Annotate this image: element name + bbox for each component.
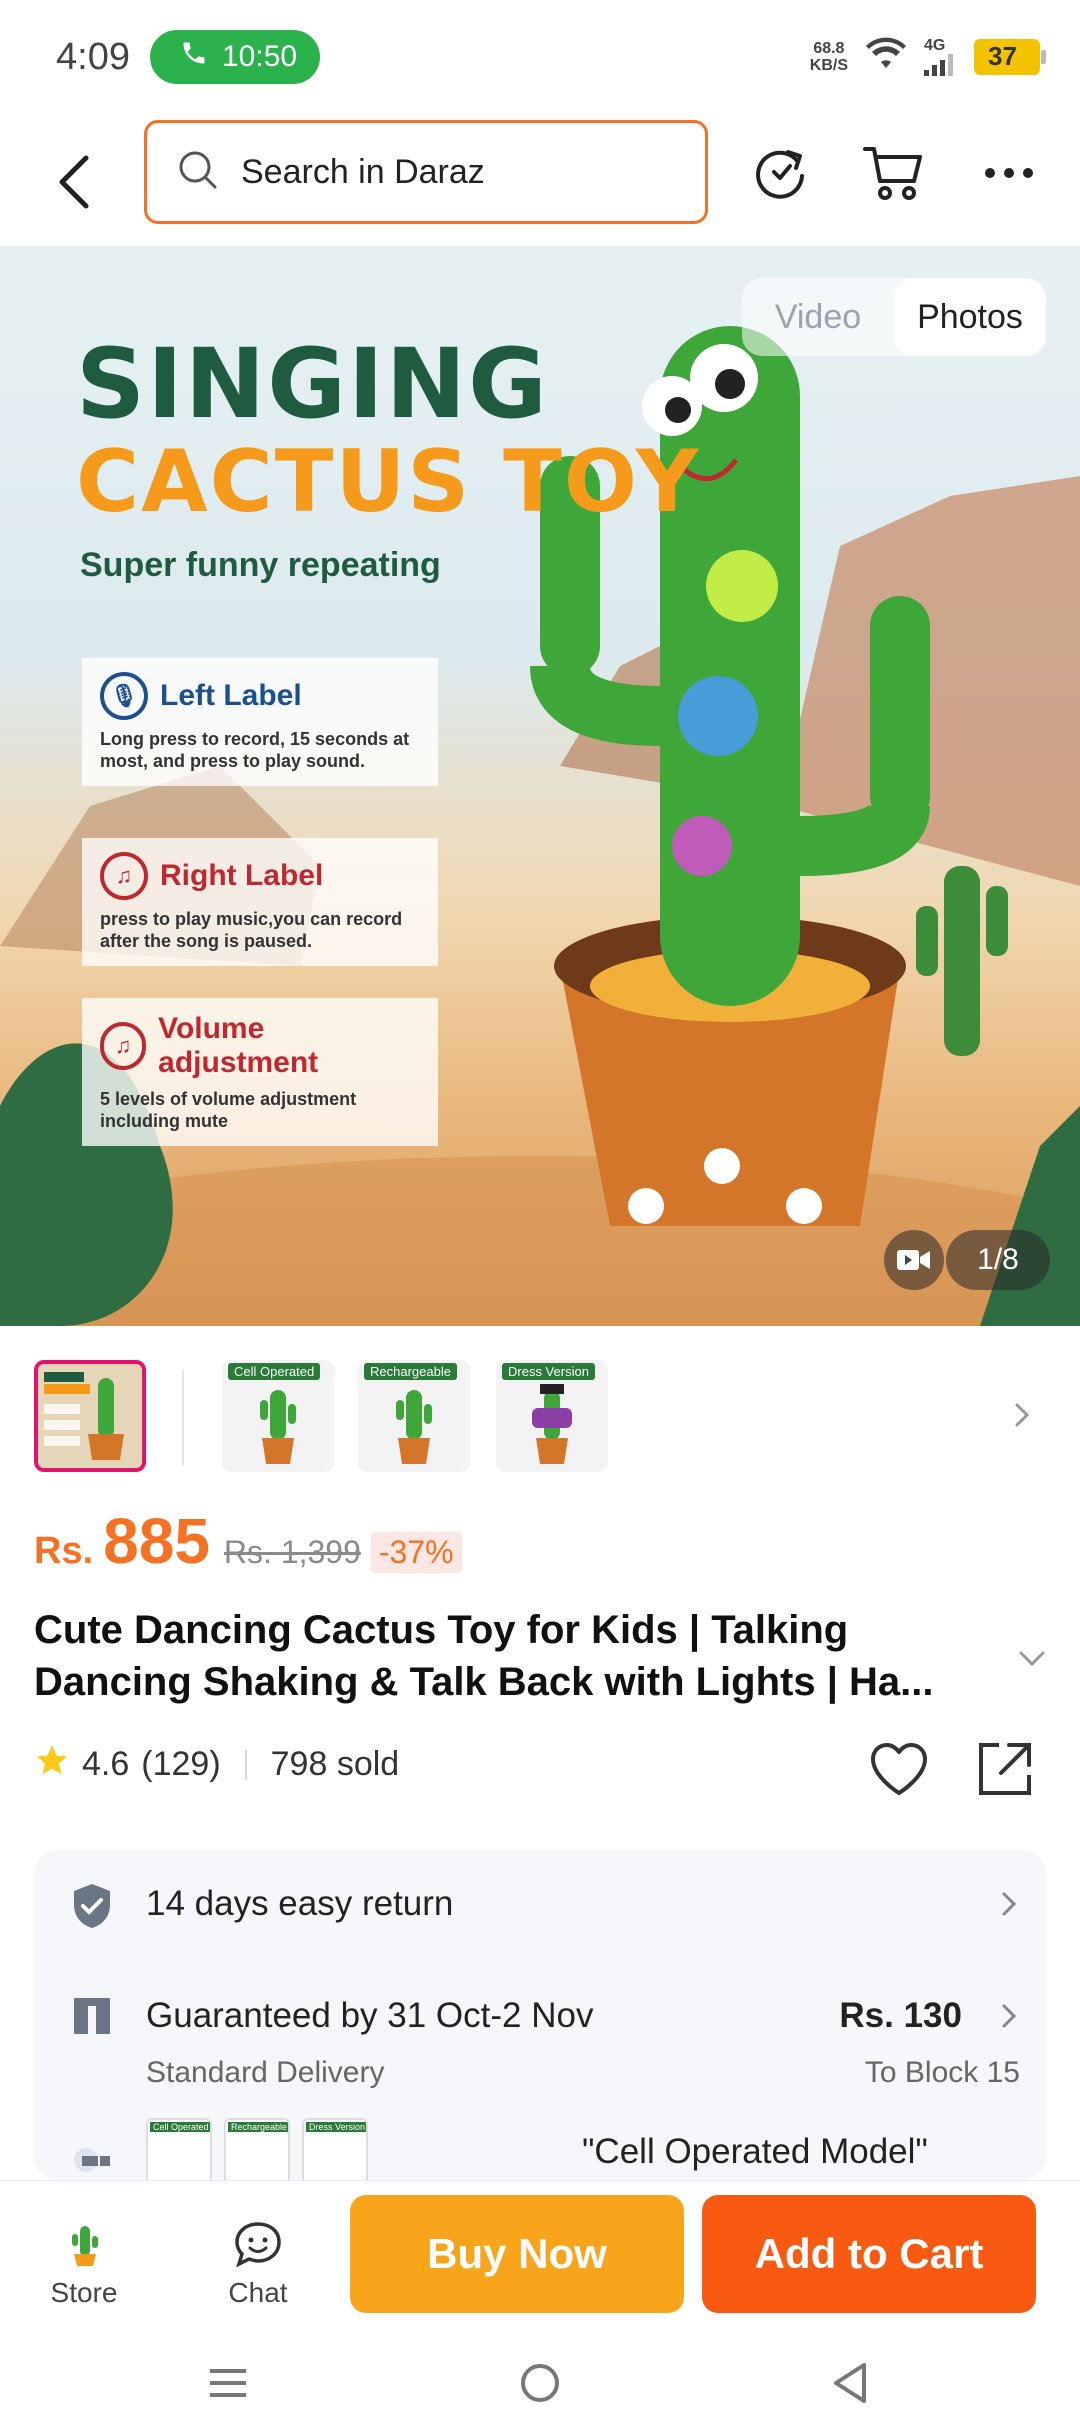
search-icon (177, 149, 219, 196)
home-circle-icon (521, 2364, 559, 2402)
wishlist-button[interactable] (866, 1736, 932, 1802)
heart-icon (871, 1743, 927, 1795)
search-placeholder: Search in Daraz (241, 152, 485, 191)
status-time: 4:09 (56, 36, 130, 78)
delivery-type: Standard Delivery (146, 2056, 385, 2089)
cart-icon (863, 147, 922, 200)
delivery-guarantee: Guaranteed by 31 Oct-2 Nov (146, 1996, 594, 2035)
variant-selected-text: "Cell Operated Model" (582, 2132, 928, 2171)
system-back-button[interactable] (820, 2358, 880, 2408)
chat-button[interactable]: Chat (208, 2219, 308, 2309)
toggle-photos[interactable]: Photos (894, 278, 1046, 356)
rating-divider (244, 1749, 247, 1780)
poster-subtitle: Super funny repeating (80, 546, 441, 584)
service-info-panel: 14 days easy return Guaranteed by 31 Oct… (34, 1850, 1046, 2180)
recent-apps-button[interactable] (198, 2358, 258, 2408)
delivery-box-icon (68, 1992, 116, 2040)
status-bar: 4:09 10:50 68.8 KB/S 4G 37 (0, 0, 1080, 118)
thumbnail-strip: Cell Operated Rechargeable Dress Version (0, 1326, 1080, 1504)
cart-button[interactable] (858, 138, 928, 208)
price-currency: Rs. (34, 1530, 94, 1572)
variant-thumb-1: Cell Operated (146, 2118, 212, 2180)
delivery-location: To Block 15 (864, 2056, 1020, 2089)
bottom-action-bar: Store Chat Buy Now Add to Cart (0, 2180, 1080, 2328)
phone-icon (180, 39, 208, 75)
ongoing-call-pill[interactable]: 10:50 (150, 30, 320, 84)
share-icon (979, 1743, 1031, 1795)
poster-card-right-label: ♫ Right Label press to play music,you ca… (82, 838, 438, 966)
store-button[interactable]: Store (34, 2219, 134, 2309)
media-type-toggle: Video Photos (742, 278, 1046, 356)
call-duration: 10:50 (222, 40, 298, 73)
video-camera-icon (897, 1250, 930, 1270)
image-counter: 1/8 (946, 1230, 1050, 1290)
shield-check-icon (68, 1882, 116, 1930)
volume-icon: ♫ (100, 1022, 147, 1070)
refresh-icon (756, 150, 804, 199)
network-speed: 68.8 KB/S (809, 39, 848, 74)
discount-badge: -37% (370, 1532, 462, 1573)
rating-value: 4.6 (82, 1745, 130, 1783)
wifi-icon (864, 36, 908, 77)
thumbnail-divider (182, 1370, 184, 1466)
more-menu-button[interactable] (974, 138, 1044, 208)
search-input[interactable]: Search in Daraz (144, 120, 708, 224)
variant-row[interactable]: Cell Operated Rechargeable Dress Version… (34, 2110, 1046, 2180)
poster-title-line1: SINGING (76, 328, 549, 440)
chevron-right-icon (1002, 2004, 1017, 2033)
add-to-cart-button[interactable]: Add to Cart (702, 2195, 1036, 2313)
home-button[interactable] (510, 2358, 570, 2408)
thumbnail-cell-operated[interactable]: Cell Operated (222, 1360, 334, 1472)
thumbnail-1[interactable] (34, 1360, 146, 1472)
review-count: (129) (141, 1745, 221, 1783)
poster-card-left-label: 🎙 Left Label Long press to record, 15 se… (82, 658, 438, 786)
thumbnail-image (38, 1364, 142, 1468)
price-row: Rs. 885 Rs. 1,399 -37% (34, 1504, 462, 1594)
expand-title-chevron-icon[interactable] (1018, 1650, 1046, 1673)
system-navigation-bar (0, 2328, 1080, 2436)
rating-row[interactable]: 4.6 (129) 798 sold (34, 1742, 399, 1787)
delivery-fee: Rs. 130 (839, 1996, 962, 2035)
return-policy-text: 14 days easy return (146, 1884, 454, 1923)
back-triangle-icon (834, 2363, 866, 2403)
music-note-icon: ♫ (100, 852, 148, 900)
more-icon (985, 168, 1033, 178)
back-button[interactable] (48, 142, 98, 222)
sold-count: 798 sold (270, 1745, 400, 1783)
share-button[interactable] (972, 1736, 1038, 1802)
cellular-signal-icon: 4G (924, 37, 958, 76)
chevron-right-icon (1002, 1892, 1017, 1921)
variant-thumb-2: Rechargeable (224, 2118, 290, 2180)
product-title: Cute Dancing Cactus Toy for Kids | Talki… (34, 1608, 934, 1704)
poster-card-volume: ♫ Volume adjustment 5 levels of volume a… (82, 998, 438, 1146)
return-policy-row[interactable]: 14 days easy return (34, 1850, 1046, 1960)
menu-lines-icon (210, 2369, 246, 2397)
battery-indicator: 37 (974, 38, 1046, 75)
thumbnail-dress-version[interactable]: Dress Version (496, 1360, 608, 1472)
star-icon (34, 1742, 70, 1787)
video-button[interactable] (884, 1230, 944, 1290)
current-price: 885 (103, 1505, 210, 1577)
variant-thumb-3: Dress Version (302, 2118, 368, 2180)
poster-title-line2: CACTUS TOY (76, 432, 701, 532)
product-image-gallery[interactable]: SINGING CACTUS TOY Super funny repeating… (0, 246, 1080, 1326)
original-price: Rs. 1,399 (223, 1534, 361, 1570)
thumbnails-next-chevron-icon[interactable] (1014, 1402, 1030, 1433)
thumbnail-rechargeable[interactable]: Rechargeable (358, 1360, 470, 1472)
store-icon (34, 2219, 134, 2271)
buy-now-button[interactable]: Buy Now (350, 2195, 684, 2313)
microphone-icon: 🎙 (100, 672, 148, 720)
chat-icon (208, 2219, 308, 2271)
top-header: Search in Daraz (0, 118, 1080, 246)
status-indicators: 68.8 KB/S 4G 37 (809, 36, 1046, 77)
refresh-button[interactable] (746, 138, 816, 208)
delivery-row[interactable]: Guaranteed by 31 Oct-2 Nov Standard Deli… (34, 1960, 1046, 2110)
toggle-video[interactable]: Video (742, 278, 894, 356)
variant-icon (68, 2136, 116, 2180)
